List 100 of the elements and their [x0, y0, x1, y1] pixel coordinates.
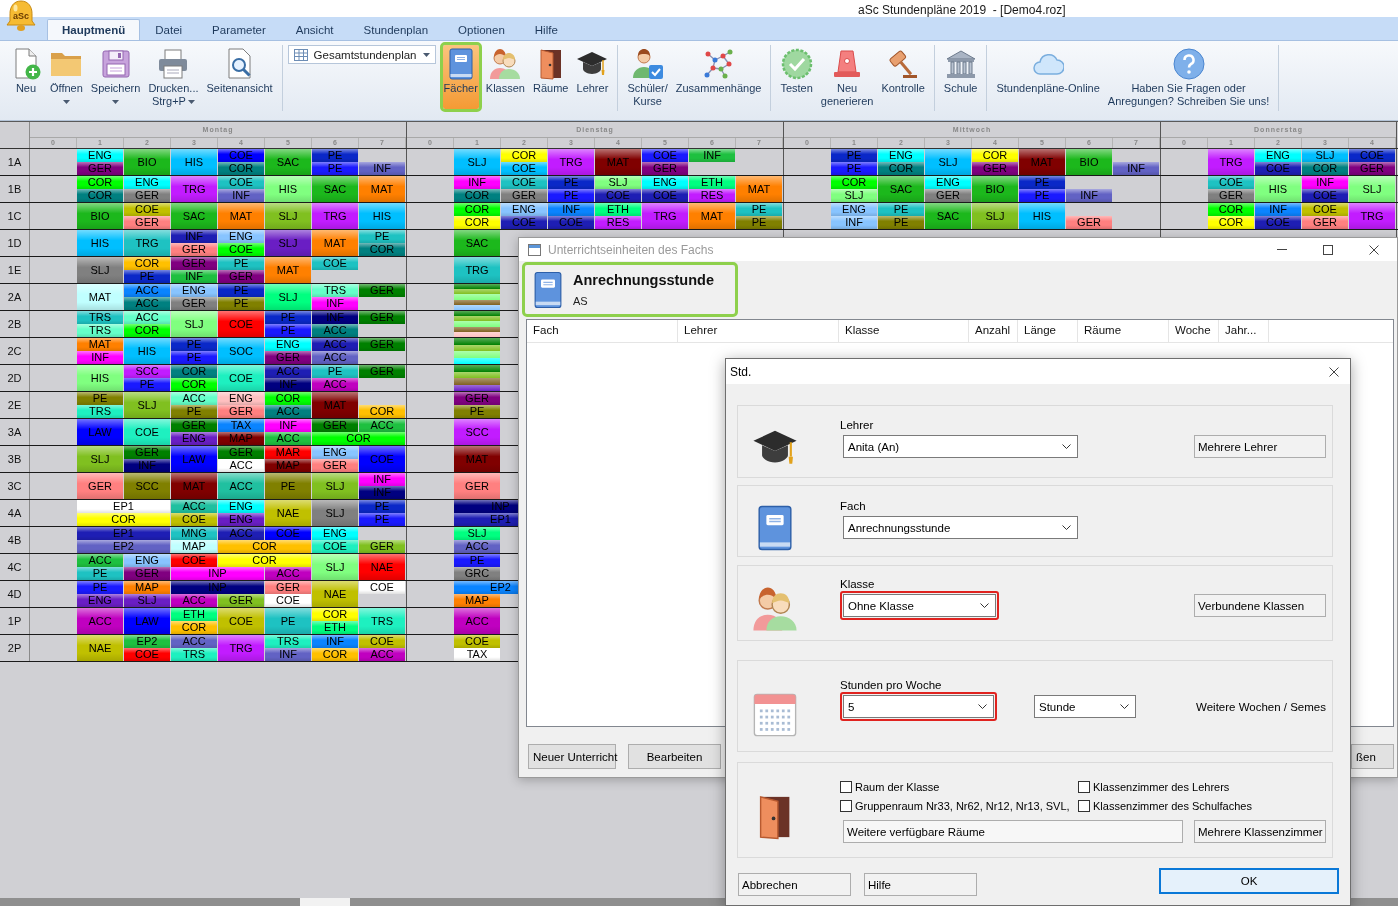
lesson-block[interactable]: ENG [925, 176, 971, 189]
lesson-block[interactable]: BIO [972, 176, 1018, 202]
lesson-block[interactable]: TRS [171, 648, 217, 661]
ribbon-button[interactable]: Drucken... Strg+P [144, 42, 203, 112]
lesson-block[interactable]: SAC [312, 176, 358, 202]
lesson-block[interactable]: PE [77, 567, 123, 580]
lesson-strip[interactable] [454, 326, 500, 332]
lesson-block[interactable]: INF [548, 203, 594, 216]
column-header[interactable]: Fach [527, 320, 678, 342]
lesson-block[interactable]: ENG [312, 527, 358, 540]
chevron-down-icon[interactable] [980, 603, 989, 608]
lesson-block[interactable]: ACC [265, 567, 311, 580]
close-icon[interactable] [1369, 244, 1379, 255]
lesson-block[interactable]: SLJ [312, 473, 358, 499]
column-header[interactable]: Anzahl [969, 320, 1018, 342]
network-icon[interactable] [702, 47, 735, 80]
lesson-block[interactable]: COE [1302, 203, 1348, 216]
lesson-block[interactable]: COE [501, 176, 547, 189]
lesson-block[interactable]: GER [359, 365, 405, 378]
lesson-block[interactable]: HIS [1255, 176, 1301, 202]
lesson-block[interactable]: GER [124, 189, 170, 202]
lesson-block[interactable]: SOC [218, 338, 264, 364]
dialog-button[interactable]: Neuer Unterricht [528, 744, 616, 769]
lesson-block[interactable]: MAT [359, 176, 405, 202]
teacher-select[interactable]: Anita (An) [840, 432, 1081, 461]
dialog-button[interactable]: Hilfe [864, 873, 977, 896]
lesson-block[interactable]: TRG [171, 176, 217, 202]
lesson-block[interactable]: MAT [77, 338, 123, 351]
lesson-block[interactable]: ACC [124, 297, 170, 310]
column-header[interactable]: Lehrer [678, 320, 839, 342]
lesson-block[interactable]: GER [124, 216, 170, 229]
lesson-block[interactable]: PE [359, 230, 405, 243]
lesson-block[interactable]: ENG [218, 500, 264, 513]
lesson-block[interactable]: GER [359, 311, 405, 324]
lesson-block[interactable]: ETH [312, 621, 358, 634]
lesson-block[interactable]: NAE [265, 500, 311, 526]
lesson-block[interactable]: HIS [77, 365, 123, 391]
class-select[interactable]: Ohne Klasse [840, 591, 999, 620]
lesson-block[interactable]: TRG [1349, 203, 1395, 229]
lesson-block[interactable]: SLJ [265, 203, 311, 229]
lesson-block[interactable]: INF [1255, 203, 1301, 216]
ribbon-button[interactable]: Zusammenhänge [671, 42, 766, 112]
lesson-block[interactable]: HIS [359, 203, 405, 229]
lesson-block[interactable]: HIS [171, 149, 217, 175]
lesson-block[interactable]: COR [77, 176, 123, 189]
lesson-block[interactable]: PE [77, 392, 123, 405]
lesson-block[interactable]: PE [218, 297, 264, 310]
checkbox[interactable] [840, 780, 852, 793]
lesson-block[interactable]: TRS [359, 608, 405, 634]
lesson-block[interactable]: TRS [77, 405, 123, 418]
lesson-block[interactable]: GER [1208, 189, 1254, 202]
lesson-block[interactable]: GER [359, 338, 405, 351]
ribbon-tab[interactable]: Ansicht [280, 19, 349, 40]
lesson-block[interactable]: SLJ [595, 176, 641, 189]
lesson-block[interactable]: PE [878, 203, 924, 216]
lesson-block[interactable]: MAT [218, 203, 264, 229]
lesson-strip[interactable] [454, 284, 500, 290]
lesson-block[interactable]: SLJ [171, 311, 217, 337]
maximize-icon[interactable] [1323, 244, 1333, 255]
lesson-block[interactable]: COR [501, 149, 547, 162]
lesson-block[interactable]: COE [218, 243, 264, 256]
lesson-block[interactable]: MAT [736, 176, 782, 202]
lesson-block[interactable]: SCC [124, 473, 170, 499]
lesson-block[interactable]: ACC [312, 351, 358, 364]
lesson-block[interactable]: COR [312, 432, 405, 445]
lesson-block[interactable]: INF [312, 635, 358, 648]
lesson-block[interactable]: RES [689, 189, 735, 202]
ribbon-button[interactable]: Öffnen [46, 42, 87, 112]
lesson-block[interactable]: COE [359, 581, 405, 594]
lesson-block[interactable]: INF [1113, 162, 1159, 175]
lesson-block[interactable]: INF [171, 270, 217, 283]
lesson-block[interactable]: TRS [265, 635, 311, 648]
lesson-block[interactable]: COE [218, 176, 264, 189]
lesson-block[interactable]: INF [359, 162, 405, 175]
lesson-block[interactable]: SAC [171, 203, 217, 229]
lesson-block[interactable]: ETH [595, 203, 641, 216]
lesson-block[interactable]: ACC [171, 594, 217, 607]
lesson-block[interactable]: COE [1208, 176, 1254, 189]
lesson-strip[interactable] [454, 304, 500, 310]
lesson-block[interactable]: COR [171, 621, 217, 634]
ribbon-button[interactable]: Neu [6, 42, 46, 112]
lesson-block[interactable]: ACC [124, 311, 170, 324]
lesson-block[interactable]: SLJ [831, 189, 877, 202]
lesson-block[interactable]: TRS [77, 311, 123, 324]
lesson-block[interactable]: INF [1302, 176, 1348, 189]
lesson-strip[interactable] [454, 331, 500, 337]
lesson-block[interactable]: MAT [312, 230, 358, 256]
table-icon[interactable] [293, 48, 308, 61]
chevron-down-icon[interactable] [1120, 704, 1129, 709]
column-header[interactable]: Jahr... [1219, 320, 1269, 342]
lesson-block[interactable]: COR [454, 189, 500, 202]
lesson-block[interactable]: COR [831, 176, 877, 189]
lesson-block[interactable]: SAC [265, 149, 311, 175]
dialog-button[interactable]: ßen [1351, 744, 1394, 769]
lesson-block[interactable]: COE [124, 203, 170, 216]
lesson-block[interactable]: ACC [218, 459, 264, 472]
chevron-down-icon[interactable] [978, 704, 987, 709]
lesson-block[interactable]: INF [689, 149, 735, 162]
lesson-block[interactable]: GER [124, 446, 170, 459]
lesson-block[interactable]: GER [218, 594, 264, 607]
